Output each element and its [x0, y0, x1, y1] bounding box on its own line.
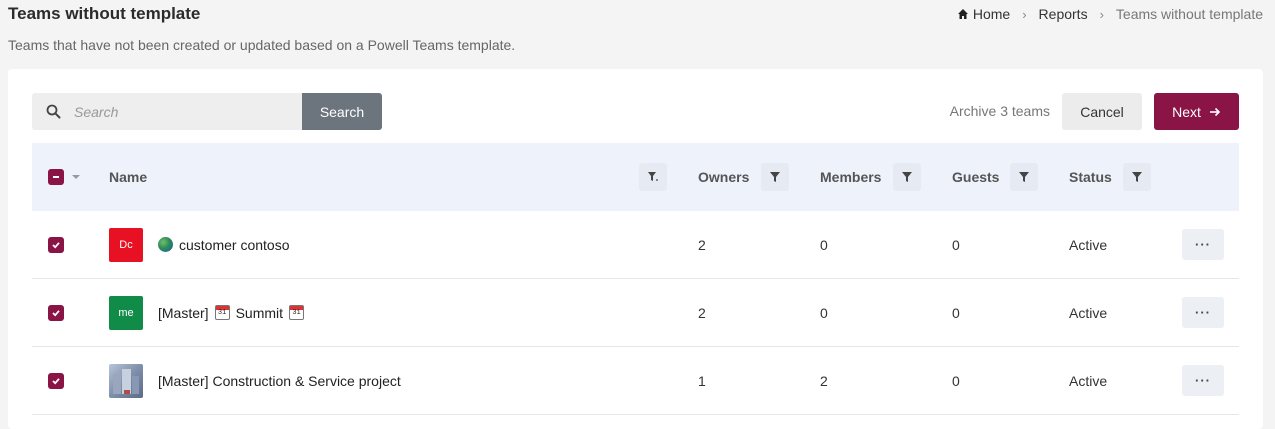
search-input[interactable]	[72, 102, 286, 121]
building-image-icon	[113, 368, 139, 394]
members-count: 0	[820, 304, 828, 321]
status-text: Active	[1069, 372, 1108, 389]
status-filter-wrap	[1123, 143, 1151, 211]
arrow-right-icon	[1209, 107, 1221, 116]
breadcrumb-reports[interactable]: Reports	[1039, 6, 1088, 22]
members-count: 0	[820, 236, 828, 253]
teams-table: Name Owners Members Guests Status Dc cus…	[32, 143, 1239, 415]
guests-filter-wrap	[1010, 143, 1038, 211]
toolbar: Search Archive 3 teams Cancel Next	[32, 93, 1239, 130]
table-row[interactable]: [Master] Construction & Service project …	[32, 347, 1239, 415]
calendar-icon: 31	[289, 305, 305, 320]
more-options-button[interactable]: ···	[1182, 365, 1224, 396]
globe-icon	[158, 237, 173, 252]
more-options-button[interactable]: ···	[1182, 229, 1224, 260]
search-icon	[44, 103, 62, 121]
team-name-text: customer contoso	[179, 236, 290, 253]
table-header: Name Owners Members Guests Status	[32, 143, 1239, 211]
next-button[interactable]: Next	[1154, 93, 1239, 130]
team-name[interactable]: [Master] 31 Summit 31	[158, 304, 305, 321]
team-name-prefix: [Master]	[158, 304, 209, 321]
breadcrumb: Home › Reports › Teams without template	[957, 6, 1263, 22]
members-filter-wrap	[893, 143, 921, 211]
table-row[interactable]: Dc customer contoso 2 0 0 Active ···	[32, 211, 1239, 279]
cancel-button[interactable]: Cancel	[1062, 93, 1142, 130]
select-all-checkbox[interactable]	[48, 169, 64, 185]
team-avatar: me	[109, 295, 143, 330]
select-all-control[interactable]	[48, 143, 80, 211]
check-icon	[52, 309, 60, 317]
calendar-icon: 31	[214, 305, 230, 320]
chevron-down-icon[interactable]	[72, 175, 80, 179]
breadcrumb-home-label: Home	[972, 6, 1011, 22]
owners-count: 2	[698, 236, 706, 253]
filter-icon[interactable]	[1010, 163, 1038, 191]
search-button[interactable]: Search	[302, 93, 382, 130]
next-button-label: Next	[1172, 103, 1201, 120]
guests-count: 0	[952, 304, 960, 321]
team-name-text: [Master] Construction & Service project	[158, 372, 401, 389]
check-icon	[52, 241, 60, 249]
owners-filter-wrap	[761, 143, 789, 211]
team-name-text: Summit	[235, 304, 284, 321]
archive-count-label: Archive 3 teams	[949, 103, 1050, 119]
status-text: Active	[1069, 304, 1108, 321]
owners-count: 2	[698, 304, 706, 321]
search-box	[32, 93, 302, 130]
home-icon	[957, 9, 968, 19]
chevron-right-icon: ›	[1022, 6, 1027, 22]
chevron-right-icon: ›	[1099, 6, 1104, 22]
page-title: Teams without template	[8, 4, 201, 23]
content-card: Search Archive 3 teams Cancel Next Name …	[8, 69, 1263, 429]
name-filter-wrap	[639, 143, 667, 211]
column-header-status[interactable]: Status	[1069, 143, 1112, 211]
status-text: Active	[1069, 236, 1108, 253]
filter-icon[interactable]	[761, 163, 789, 191]
breadcrumb-current: Teams without template	[1115, 6, 1263, 22]
row-checkbox[interactable]	[48, 236, 64, 253]
guests-count: 0	[952, 372, 960, 389]
breadcrumb-home[interactable]: Home	[957, 6, 1010, 22]
table-row[interactable]: me [Master] 31 Summit 31 2 0 0 Active ··…	[32, 279, 1239, 347]
filter-sort-icon[interactable]	[639, 163, 667, 191]
guests-count: 0	[952, 236, 960, 253]
column-header-owners[interactable]: Owners	[698, 143, 749, 211]
filter-icon[interactable]	[893, 163, 921, 191]
check-icon	[52, 377, 60, 385]
column-header-guests[interactable]: Guests	[952, 143, 999, 211]
team-name[interactable]: customer contoso	[158, 237, 290, 253]
members-count: 2	[820, 372, 828, 389]
team-avatar-image	[109, 363, 143, 398]
team-avatar: Dc	[109, 227, 143, 262]
team-name[interactable]: [Master] Construction & Service project	[158, 373, 401, 389]
column-header-name[interactable]: Name	[109, 143, 147, 211]
row-checkbox[interactable]	[48, 372, 64, 389]
owners-count: 1	[698, 372, 706, 389]
row-checkbox[interactable]	[48, 304, 64, 321]
more-options-button[interactable]: ···	[1182, 297, 1224, 328]
page-description: Teams that have not been created or upda…	[8, 37, 516, 53]
filter-icon[interactable]	[1123, 163, 1151, 191]
column-header-members[interactable]: Members	[820, 143, 881, 211]
